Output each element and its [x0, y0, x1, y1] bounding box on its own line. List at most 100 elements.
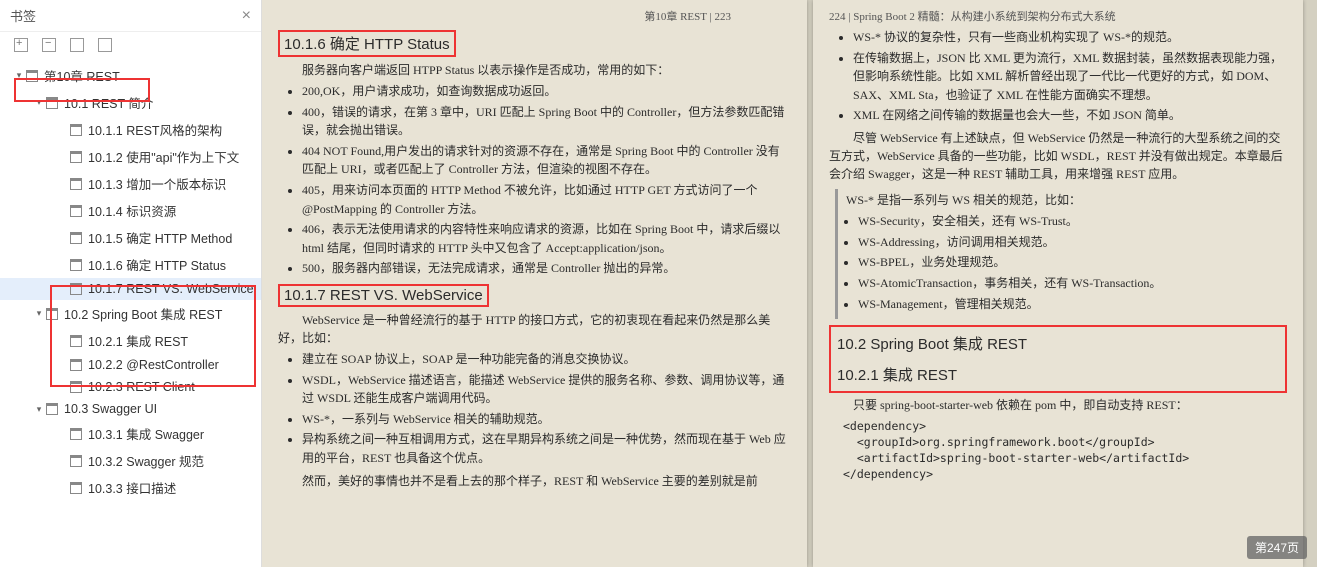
bookmark-label: 10.3.2 Swagger 规范 [88, 451, 204, 470]
bookmark-item[interactable]: 10.2.2 @RestController [0, 354, 261, 376]
bookmark-icon [70, 124, 82, 136]
status-list: 200,OK，用户请求成功，如查询数据成功返回。 400，错误的请求，在第 3 章… [302, 82, 791, 278]
list-item: WS-* 协议的复杂性，只有一些商业机构实现了 WS-*的规范。 [853, 28, 1287, 47]
bookmark-icon [70, 178, 82, 190]
bookmark-label: 10.2.3 REST Client [88, 380, 195, 394]
page-left: 第10章 REST | 223 10.1.6 确定 HTTP Status 服务… [262, 0, 807, 567]
bookmark-label: 10.1.3 增加一个版本标识 [88, 174, 226, 193]
bookmark-tree: ▾ 第10章 REST ▾ 10.1 REST 简介 10.1.1 REST风格的架构 1… [0, 58, 261, 567]
bookmark-item[interactable]: ▾10.3 Swagger UI [0, 398, 261, 420]
bookmark-item[interactable]: 10.1.7 REST VS. WebService [0, 278, 261, 300]
page-header-left: 第10章 REST | 223 [278, 8, 791, 24]
bookmarks-sidebar: 书签 × ▾ 第10章 REST ▾ 10.1 REST 简介 10.1.1 REST风… [0, 0, 262, 567]
close-icon[interactable]: × [242, 7, 251, 25]
bookmark-icon [70, 455, 82, 467]
bookmark-item[interactable]: 10.1.2 使用"api"作为上下文 [0, 143, 261, 170]
bookmark-item[interactable]: 10.1.4 标识资源 [0, 197, 261, 224]
expand-icon[interactable]: ▾ [34, 404, 44, 415]
bookmark-item[interactable]: ▾ 第10章 REST [0, 62, 261, 89]
sidebar-header: 书签 × [0, 0, 261, 32]
bookmark-item[interactable]: 10.1.3 增加一个版本标识 [0, 170, 261, 197]
body-text: 只要 spring-boot-starter-web 依赖在 pom 中，即自动… [829, 396, 1287, 414]
list-item: WS-*，一系列与 WebService 相关的辅助规范。 [302, 410, 791, 429]
bookmark-tool2-icon[interactable] [98, 38, 112, 52]
list-item: 405，用来访问本页面的 HTTP Method 不被允许，比如通过 HTTP … [302, 181, 791, 218]
bookmark-icon [70, 151, 82, 163]
bookmark-label: 10.1.1 REST风格的架构 [88, 120, 222, 139]
bookmark-icon [70, 359, 82, 371]
bookmark-label: 10.1.4 标识资源 [88, 201, 176, 220]
list-item: XML 在网络之间传输的数据量也会大一些，不如 JSON 简单。 [853, 106, 1287, 125]
list-item: 在传输数据上，JSON 比 XML 更为流行，XML 数据封装，虽然数据表现能力… [853, 49, 1287, 105]
bookmark-label: 10.3.1 集成 Swagger [88, 424, 204, 443]
bookmark-item[interactable]: 10.3.1 集成 Swagger [0, 420, 261, 447]
bookmark-label: 10.1.7 REST VS. WebService [88, 282, 254, 296]
bookmark-icon [70, 232, 82, 244]
bookmark-item[interactable]: 10.1.1 REST风格的架构 [0, 116, 261, 143]
ws-spec-list: WS-Security，安全相关，还有 WS-Trust。 WS-Addressi… [858, 212, 1279, 313]
bookmark-label: 10.1 REST 简介 [64, 93, 153, 112]
expand-icon[interactable]: ▾ [34, 97, 44, 108]
page-badge: 第247页 [1247, 536, 1307, 559]
list-item: WS-BPEL，业务处理规范。 [858, 253, 1279, 272]
list-item: 异构系统之间一种互相调用方式，这在早期异构系统之间是一种优势，然而现在基于 We… [302, 430, 791, 467]
bookmark-label: 10.2.1 集成 REST [88, 331, 188, 350]
bookmark-item[interactable]: 10.1.6 确定 HTTP Status [0, 251, 261, 278]
list-item: WS-Addressing，访问调用相关规范。 [858, 233, 1279, 252]
bookmark-label: 10.2 Spring Boot 集成 REST [64, 304, 222, 323]
bookmark-icon [46, 308, 58, 320]
bookmark-label: 第10章 REST [44, 66, 120, 85]
section-heading-10-2: 10.2 Spring Boot 集成 REST [837, 333, 1279, 354]
bookmark-item[interactable]: ▾ 10.1 REST 简介 [0, 89, 261, 116]
page-right: 224 | Spring Boot 2 精髓：从构建小系统到架构分布式大系统 W… [813, 0, 1303, 567]
body-text: WebService 是一种曾经流行的基于 HTTP 的接口方式，它的初衷现在看… [278, 311, 791, 347]
ws-cons-list: WS-* 协议的复杂性，只有一些商业机构实现了 WS-*的规范。在传输数据上，J… [853, 28, 1287, 125]
annotation-box: 10.2 Spring Boot 集成 REST 10.2.1 集成 REST [829, 325, 1287, 393]
list-item: WS-AtomicTransaction，事务相关，还有 WS-Transact… [858, 274, 1279, 293]
bookmark-label: 10.3.3 接口描述 [88, 478, 176, 497]
bookmark-item[interactable]: 10.2.1 集成 REST [0, 327, 261, 354]
bookmark-item[interactable]: 10.1.5 确定 HTTP Method [0, 224, 261, 251]
sidebar-title: 书签 [10, 6, 36, 25]
bookmark-icon [70, 335, 82, 347]
bookmark-label: 10.2.2 @RestController [88, 358, 219, 372]
list-item: 200,OK，用户请求成功，如查询数据成功返回。 [302, 82, 791, 101]
bookmark-icon [70, 381, 82, 393]
code-block: <dependency> <groupId>org.springframewor… [843, 418, 1287, 482]
webservice-list: 建立在 SOAP 协议上，SOAP 是一种功能完备的消息交换协议。WSDL，We… [302, 350, 791, 468]
list-item: 500，服务器内部错误，无法完成请求，通常是 Controller 抛出的异常。 [302, 259, 791, 278]
list-item: WS-Security，安全相关，还有 WS-Trust。 [858, 212, 1279, 231]
section-heading-10-1-7: 10.1.7 REST VS. WebService [278, 284, 489, 307]
list-item: 406，表示无法使用请求的内容特性来响应请求的资源，比如在 Spring Boo… [302, 220, 791, 257]
bookmark-label: 10.1.6 确定 HTTP Status [88, 255, 226, 274]
bookmark-icon [70, 283, 82, 295]
bookmark-icon [70, 428, 82, 440]
bookmark-label: 10.1.5 确定 HTTP Method [88, 228, 232, 247]
body-text: 服务器向客户端返回 HTPP Status 以表示操作是否成功，常用的如下： [278, 61, 791, 79]
list-item: 400，错误的请求，在第 3 章中，URI 匹配上 Spring Boot 中的… [302, 103, 791, 140]
bookmark-label: 10.1.2 使用"api"作为上下文 [88, 147, 239, 166]
list-item: 404 NOT Found,用户发出的请求针对的资源不存在，通常是 Spring… [302, 142, 791, 179]
bookmark-icon [70, 205, 82, 217]
bookmark-icon [70, 259, 82, 271]
body-text: 尽管 WebService 有上述缺点，但 WebService 仍然是一种流行… [829, 129, 1287, 183]
body-text: 然而，美好的事情也并不是看上去的那个样子，REST 和 WebService 主… [278, 472, 791, 490]
remove-bookmark-icon[interactable] [42, 38, 56, 52]
bookmark-item[interactable]: 10.3.3 接口描述 [0, 474, 261, 501]
bookmark-icon [46, 403, 58, 415]
bookmark-item[interactable]: 10.2.3 REST Client [0, 376, 261, 398]
expand-icon[interactable]: ▾ [14, 70, 24, 81]
bookmark-icon [26, 70, 38, 82]
expand-icon[interactable]: ▾ [34, 308, 44, 319]
section-heading-10-1-6: 10.1.6 确定 HTTP Status [278, 30, 456, 57]
bookmark-icon [70, 482, 82, 494]
bookmark-item[interactable]: 10.3.2 Swagger 规范 [0, 447, 261, 474]
section-heading-10-2-1: 10.2.1 集成 REST [837, 364, 1279, 385]
list-item: WS-Management，管理相关规范。 [858, 295, 1279, 314]
add-bookmark-icon[interactable] [14, 38, 28, 52]
bookmark-tool-icon[interactable] [70, 38, 84, 52]
list-item: 建立在 SOAP 协议上，SOAP 是一种功能完备的消息交换协议。 [302, 350, 791, 369]
note-title: WS-* 是指一系列与 WS 相关的规范，比如： [846, 191, 1279, 210]
bookmark-item[interactable]: ▾ 10.2 Spring Boot 集成 REST [0, 300, 261, 327]
reader-pane: 第10章 REST | 223 10.1.6 确定 HTTP Status 服务… [262, 0, 1317, 567]
